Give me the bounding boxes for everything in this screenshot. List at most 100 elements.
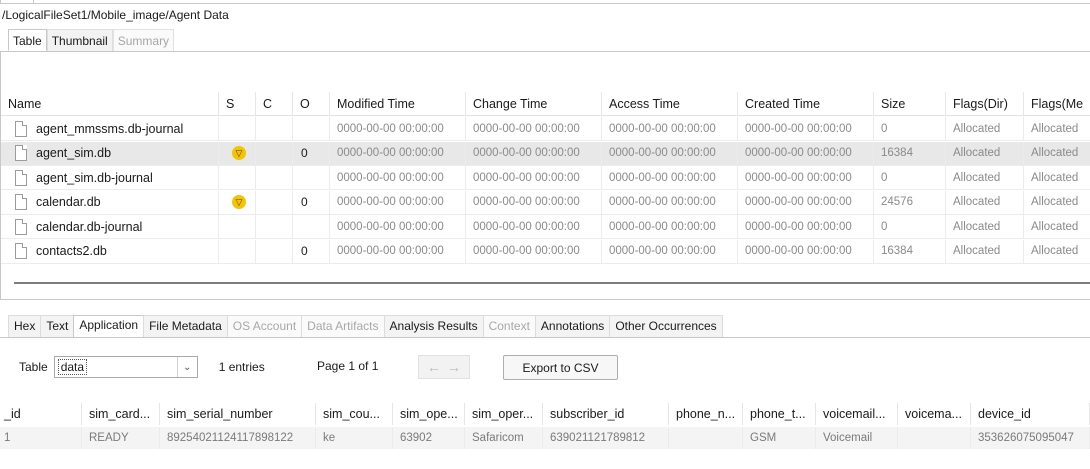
- table-select-value: data: [57, 359, 88, 375]
- table-row[interactable]: agent_sim.db-journal 0000-00-00 00:00:00 0…: [1, 166, 1090, 190]
- tab-os-account[interactable]: OS Account: [226, 315, 303, 337]
- created-cell: 0000-00-00 00:00:00: [738, 190, 874, 214]
- access-cell: 0000-00-00 00:00:00: [602, 166, 738, 189]
- tab-data-artifacts[interactable]: Data Artifacts: [301, 315, 385, 337]
- column-header-change-time[interactable]: Change Time: [466, 92, 602, 115]
- flags-meta-cell: Allocated: [1031, 122, 1079, 135]
- column-header-access-time[interactable]: Access Time: [602, 92, 738, 115]
- column-header-subscriber-id[interactable]: subscriber_id: [543, 403, 669, 425]
- file-icon: [15, 194, 27, 210]
- tab-summary[interactable]: Summary: [112, 29, 175, 51]
- column-header-sim-cou[interactable]: sim_cou...: [316, 403, 393, 425]
- table-row[interactable]: calendar.db-journal 0000-00-00 00:00:00 00…: [1, 215, 1090, 239]
- tab-table[interactable]: Table: [8, 29, 47, 51]
- column-header-device-id[interactable]: device_id: [971, 403, 1090, 425]
- file-icon: [15, 243, 27, 259]
- column-header-name[interactable]: Name: [1, 92, 219, 115]
- file-name-cell: calendar.db-journal: [1, 215, 219, 238]
- panel-divider: [0, 299, 1090, 300]
- tab-other-occurrences[interactable]: Other Occurrences: [609, 315, 723, 337]
- o-cell: 0: [293, 190, 330, 214]
- tab-annotations[interactable]: Annotations: [534, 315, 611, 337]
- column-header-modified-time[interactable]: Modified Time: [330, 92, 466, 115]
- table-cell: GSM: [743, 427, 816, 449]
- file-icon: [15, 120, 27, 137]
- modified-cell: 0000-00-00 00:00:00: [330, 166, 466, 189]
- column-header-score[interactable]: S: [219, 92, 256, 115]
- content-viewer-tabs: Hex Text Application File Metadata OS Accoun…: [8, 315, 723, 337]
- file-name: agent_sim.db: [36, 146, 112, 160]
- file-name: calendar.db-journal: [36, 219, 143, 234]
- table-cell: 353626075095047: [971, 427, 1090, 449]
- tab-analysis-results[interactable]: Analysis Results: [383, 315, 484, 337]
- top-tab-strip: [0, 0, 1090, 4]
- change-cell: 0000-00-00 00:00:00: [466, 239, 602, 263]
- table-select-label: Table: [19, 360, 48, 374]
- tab-text[interactable]: Text: [40, 315, 75, 337]
- likely-notable-score-icon: ▽: [232, 195, 246, 209]
- o-cell: 0: [293, 141, 330, 165]
- chevron-down-icon[interactable]: ⌄: [176, 357, 197, 377]
- file-icon: [15, 169, 27, 186]
- table-row[interactable]: calendar.db ▽ 0 0000-00-00 00:00:00 0000-00-…: [1, 190, 1090, 215]
- tab-hex[interactable]: Hex: [8, 315, 42, 337]
- page-nav: ← →: [418, 355, 470, 379]
- column-header-size[interactable]: Size: [874, 92, 946, 115]
- table-cell: Safaricom: [465, 427, 543, 449]
- column-header-sim-serial-number[interactable]: sim_serial_number: [160, 403, 316, 425]
- file-name-cell: contacts2.db: [1, 239, 219, 263]
- flags-meta-cell: Allocated: [1031, 196, 1079, 208]
- score-cell: ▽: [219, 190, 256, 214]
- column-header-occurrences[interactable]: O: [293, 92, 330, 115]
- score-cell: [219, 117, 256, 140]
- change-cell: 0000-00-00 00:00:00: [466, 117, 602, 140]
- size-cell: 16384: [874, 141, 946, 165]
- c-cell: [256, 117, 293, 140]
- column-header-flags-dir[interactable]: Flags(Dir): [946, 92, 1024, 115]
- column-header-flags-meta[interactable]: Flags(Me: [1024, 92, 1090, 115]
- tab-application[interactable]: Application: [73, 315, 145, 337]
- export-csv-button[interactable]: Export to CSV: [503, 355, 618, 380]
- column-header-voicemail[interactable]: voicemail...: [816, 403, 898, 425]
- column-header-sim-oper[interactable]: sim_oper...: [465, 403, 543, 425]
- column-header--id[interactable]: _id: [0, 403, 82, 425]
- created-cell: 0000-00-00 00:00:00: [738, 239, 874, 263]
- column-header-created-time[interactable]: Created Time: [738, 92, 874, 115]
- size-cell: 16384: [874, 239, 946, 263]
- tab-strip-line: [34, 3, 1090, 4]
- change-cell: 0000-00-00 00:00:00: [466, 166, 602, 189]
- file-name-cell: calendar.db: [1, 190, 219, 214]
- column-header-sim-ope[interactable]: sim_ope...: [393, 403, 465, 425]
- tab-context[interactable]: Context: [482, 315, 536, 337]
- c-cell: [256, 166, 293, 189]
- result-view-tabs: Table Thumbnail Summary: [8, 29, 175, 51]
- arrow-left-icon[interactable]: ←: [427, 359, 441, 375]
- tab-file-metadata[interactable]: File Metadata: [143, 315, 228, 337]
- data-table-header: _id sim_card... sim_serial_number sim_cou..…: [0, 403, 1090, 425]
- column-header-sim-card[interactable]: sim_card...: [82, 403, 160, 425]
- table-row[interactable]: 1 READY 89254021124117898122 ke 63902 Safaric…: [0, 427, 1090, 449]
- table-row[interactable]: contacts2.db 0 0000-00-00 00:00:00 0000-00-…: [1, 239, 1090, 264]
- column-header-comment[interactable]: C: [256, 92, 293, 115]
- file-name: agent_sim.db-journal: [36, 170, 153, 185]
- created-cell: 0000-00-00 00:00:00: [738, 117, 874, 140]
- column-header-phone-t[interactable]: phone_t...: [743, 403, 816, 425]
- size-cell: 0: [874, 117, 946, 140]
- table-select[interactable]: data ⌄: [53, 356, 198, 378]
- horizontal-scrollbar[interactable]: [14, 282, 1090, 284]
- modified-cell: 0000-00-00 00:00:00: [330, 117, 466, 140]
- table-cell: ke: [316, 427, 393, 449]
- table-row[interactable]: agent_mmssms.db-journal 0000-00-00 00:00:…: [1, 117, 1090, 141]
- column-header-voicema[interactable]: voicema...: [898, 403, 971, 425]
- c-cell: [256, 239, 293, 263]
- arrow-right-icon[interactable]: →: [447, 359, 461, 375]
- table-cell: 89254021124117898122: [160, 427, 316, 449]
- size-cell: 24576: [874, 190, 946, 214]
- top-tab-fragment[interactable]: [0, 0, 34, 4]
- likely-notable-score-icon: ▽: [232, 146, 246, 160]
- tab-thumbnail[interactable]: Thumbnail: [46, 29, 113, 51]
- table-row[interactable]: agent_sim.db ▽ 0 0000-00-00 00:00:00 0000-00…: [1, 141, 1090, 166]
- column-header-phone-n[interactable]: phone_n...: [669, 403, 743, 425]
- modified-cell: 0000-00-00 00:00:00: [330, 239, 466, 263]
- view-panel-border: [0, 51, 1090, 52]
